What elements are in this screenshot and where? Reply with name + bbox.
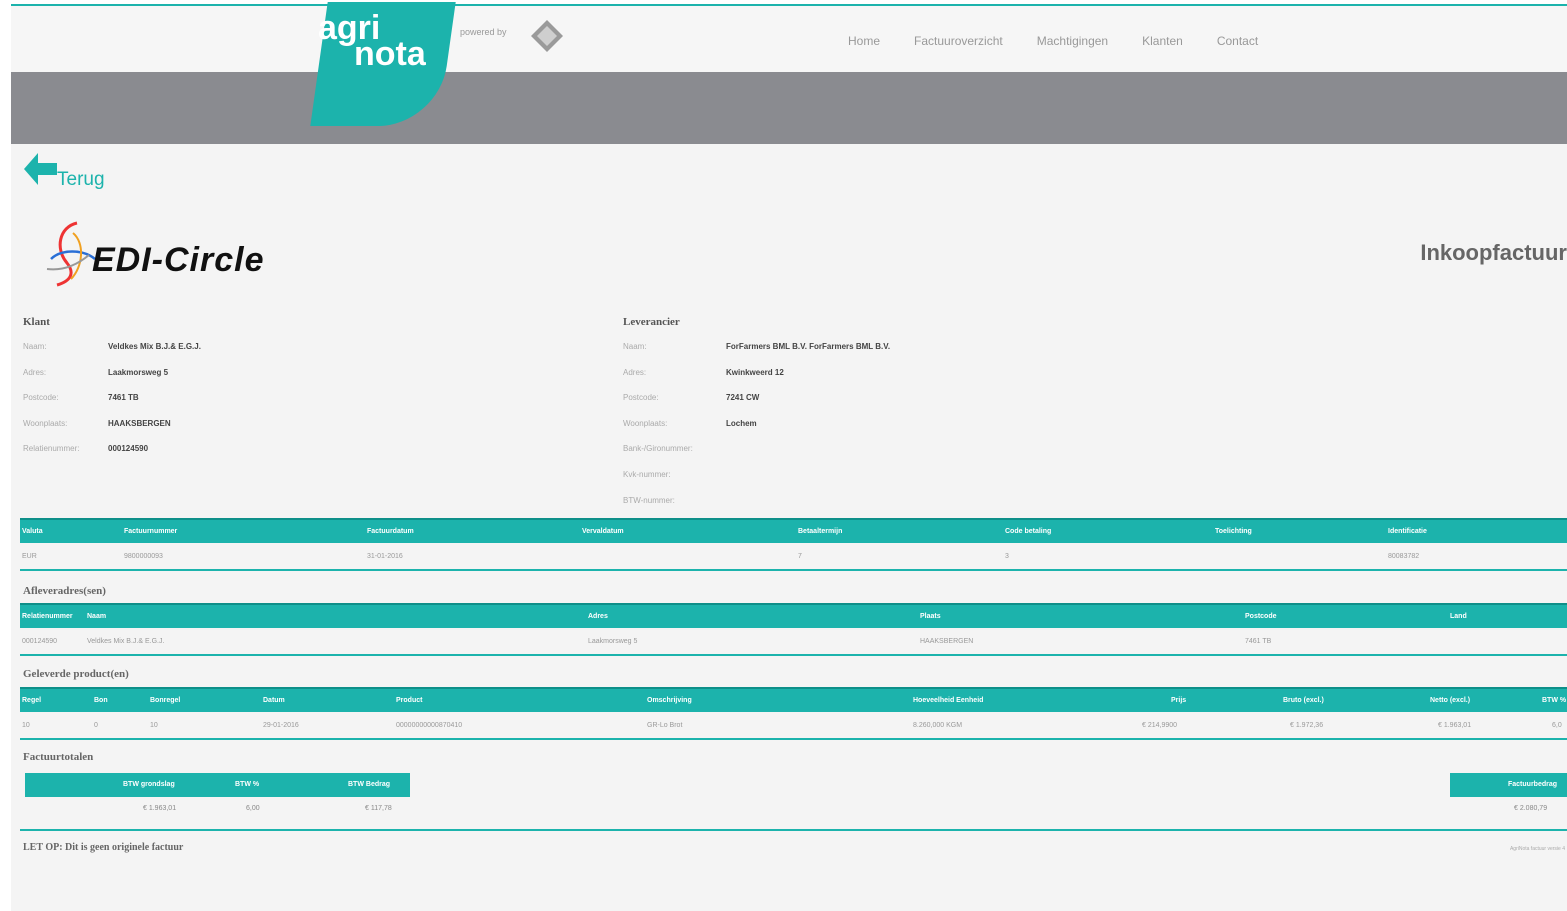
totalen-title: Factuurtotalen	[23, 751, 94, 763]
logo-text-nota: nota	[354, 35, 426, 73]
afleveradres-title: Afleveradres(sen)	[23, 585, 106, 597]
table-row: € 2.080,79	[1514, 805, 1548, 812]
afleveradres-table: Relatienummer Naam Adres Plaats Postcode…	[20, 603, 1567, 656]
nav-factuuroverzicht[interactable]: Factuuroverzicht	[914, 34, 1003, 48]
btw-totals-table: BTW grondslag BTW % BTW Bedrag € 1.963,0…	[25, 773, 410, 821]
back-label: Terug	[57, 169, 105, 190]
nav-contact[interactable]: Contact	[1217, 34, 1258, 48]
disclaimer-note: LET OP: Dit is geen originele factuur	[23, 842, 184, 853]
table-row: 10 0 10 29-01-2016 00000000000870410 GR-…	[20, 712, 1567, 740]
leverancier-row: Postcode: 7241 CW	[623, 393, 760, 403]
leverancier-row: Bank-/Gironummer:	[623, 444, 693, 454]
main-nav: Home Factuuroverzicht Machtigingen Klant…	[848, 34, 1292, 48]
nav-klanten[interactable]: Klanten	[1142, 34, 1183, 48]
powered-by-label: powered by	[460, 27, 507, 37]
top-navbar	[11, 6, 1567, 72]
partner-logo-icon	[531, 20, 563, 52]
leverancier-row: Adres: Kwinkweerd 12	[623, 367, 784, 377]
table-header: Relatienummer Naam Adres Plaats Postcode…	[20, 603, 1567, 628]
version-footnote: AgriNota factuur versie 4	[1509, 846, 1565, 852]
back-link[interactable]: Terug	[21, 151, 105, 190]
arrow-left-icon	[24, 153, 57, 185]
leverancier-block: Leverancier Naam: ForFarmers BML B.V. For…	[623, 316, 890, 521]
klant-row: Adres: Laakmorsweg 5	[23, 367, 169, 377]
klant-block: Klant Naam: Veldkes Mix B.J.& E.G.J. Adre…	[23, 316, 201, 470]
klant-row: Woonplaats: HAAKSBERGEN	[23, 418, 171, 428]
invoice-info-table: Valuta Factuurnummer Factuurdatum Verval…	[20, 518, 1567, 571]
document-title: Inkoopfactuur	[1420, 240, 1567, 265]
company-logo: EDI-Circle	[37, 219, 327, 289]
klant-title: Klant	[23, 316, 50, 328]
table-row: € 1.963,01 6,00 € 117,78	[143, 805, 392, 812]
factuurbedrag-table: Factuurbedrag € 2.080,79	[1450, 773, 1567, 821]
klant-row: Relatienummer: 000124590	[23, 444, 149, 454]
table-header: Valuta Factuurnummer Factuurdatum Verval…	[20, 518, 1567, 543]
nav-home[interactable]: Home	[848, 34, 880, 48]
producten-table: Regel Bon Bonregel Datum Product Omschri…	[20, 687, 1567, 740]
header-band	[11, 72, 1567, 144]
leverancier-row: Woonplaats: Lochem	[623, 418, 757, 428]
table-header: Regel Bon Bonregel Datum Product Omschri…	[20, 687, 1567, 712]
producten-title: Geleverde product(en)	[23, 668, 129, 680]
table-row: EUR 9800000093 31-01-2016 7 3 80083782	[20, 543, 1567, 571]
klant-row: Postcode: 7461 TB	[23, 393, 139, 403]
divider	[20, 829, 1567, 831]
table-header: BTW grondslag BTW % BTW Bedrag	[25, 773, 410, 797]
leverancier-title: Leverancier	[623, 316, 680, 328]
page-frame: agri nota powered by Home Factuuroverzic…	[11, 2, 1567, 911]
nav-machtigingen[interactable]: Machtigingen	[1037, 34, 1108, 48]
table-row: 000124590 Veldkes Mix B.J.& E.G.J. Laakm…	[20, 628, 1567, 656]
table-header: Factuurbedrag	[1450, 773, 1567, 797]
leverancier-row: Kvk-nummer:	[623, 469, 671, 479]
leverancier-row: Naam: ForFarmers BML B.V. ForFarmers BML …	[623, 342, 891, 351]
company-logo-text: EDI-Circle	[92, 241, 265, 279]
klant-row: Naam: Veldkes Mix B.J.& E.G.J.	[23, 342, 201, 351]
agrinota-logo[interactable]: agri nota	[310, 2, 461, 126]
